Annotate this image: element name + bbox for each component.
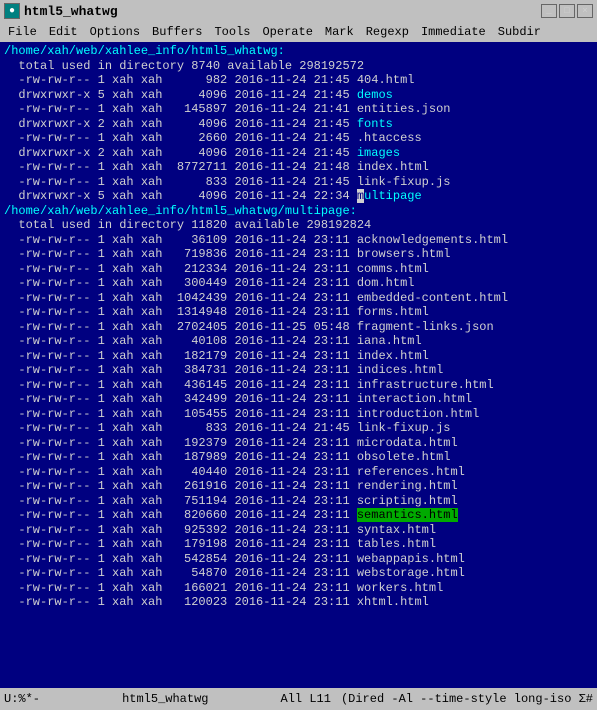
menu-item-edit[interactable]: Edit [43,24,84,40]
editor-line: -rw-rw-r-- 1 xah xah 719836 2016-11-24 2… [4,247,593,262]
window-title: html5_whatwg [24,4,118,19]
menu-item-regexp[interactable]: Regexp [360,24,415,40]
editor-line: -rw-rw-r-- 1 xah xah 300449 2016-11-24 2… [4,276,593,291]
editor-line: -rw-rw-r-- 1 xah xah 2660 2016-11-24 21:… [4,131,593,146]
status-extra: (Dired -Al --time-style long-iso Σ# [341,692,593,706]
menu-item-immediate[interactable]: Immediate [415,24,492,40]
editor-line: drwxrwxr-x 2 xah xah 4096 2016-11-24 21:… [4,146,593,161]
minimize-button[interactable]: _ [541,4,557,18]
editor-line: -rw-rw-r-- 1 xah xah 166021 2016-11-24 2… [4,581,593,596]
editor-line: -rw-rw-r-- 1 xah xah 40108 2016-11-24 23… [4,334,593,349]
status-mode: U:%*- [4,692,50,706]
app-icon: ● [4,3,20,19]
editor-line: -rw-rw-r-- 1 xah xah 925392 2016-11-24 2… [4,523,593,538]
editor-line: -rw-rw-r-- 1 xah xah 833 2016-11-24 21:4… [4,175,593,190]
maximize-button[interactable]: □ [559,4,575,18]
menu-item-tools[interactable]: Tools [208,24,256,40]
editor-line: -rw-rw-r-- 1 xah xah 145897 2016-11-24 2… [4,102,593,117]
editor-line: drwxrwxr-x 5 xah xah 4096 2016-11-24 22:… [4,189,593,204]
editor-line: -rw-rw-r-- 1 xah xah 1314948 2016-11-24 … [4,305,593,320]
status-buffer: html5_whatwg [50,692,281,706]
menu-item-mark[interactable]: Mark [319,24,360,40]
editor-line: -rw-rw-r-- 1 xah xah 120023 2016-11-24 2… [4,595,593,610]
editor-line: drwxrwxr-x 5 xah xah 4096 2016-11-24 21:… [4,88,593,103]
menu-bar: FileEditOptionsBuffersToolsOperateMarkRe… [0,22,597,42]
menu-item-subdir[interactable]: Subdir [492,24,547,40]
menu-item-buffers[interactable]: Buffers [146,24,208,40]
editor-line: -rw-rw-r-- 1 xah xah 384731 2016-11-24 2… [4,363,593,378]
menu-item-options[interactable]: Options [84,24,146,40]
editor-line: drwxrwxr-x 2 xah xah 4096 2016-11-24 21:… [4,117,593,132]
editor-line: -rw-rw-r-- 1 xah xah 54870 2016-11-24 23… [4,566,593,581]
editor-line: -rw-rw-r-- 1 xah xah 261916 2016-11-24 2… [4,479,593,494]
editor-line: total used in directory 8740 available 2… [4,59,593,74]
menu-item-operate[interactable]: Operate [256,24,318,40]
editor-line: /home/xah/web/xahlee_info/html5_whatwg: [4,44,593,59]
editor-line: total used in directory 11820 available … [4,218,593,233]
editor-line: -rw-rw-r-- 1 xah xah 751194 2016-11-24 2… [4,494,593,509]
editor-line: -rw-rw-r-- 1 xah xah 820660 2016-11-24 2… [4,508,593,523]
editor-line: -rw-rw-r-- 1 xah xah 40440 2016-11-24 23… [4,465,593,480]
editor-line: -rw-rw-r-- 1 xah xah 436145 2016-11-24 2… [4,378,593,393]
editor-line: -rw-rw-r-- 1 xah xah 187989 2016-11-24 2… [4,450,593,465]
editor-line: -rw-rw-r-- 1 xah xah 982 2016-11-24 21:4… [4,73,593,88]
close-button[interactable]: × [577,4,593,18]
editor-line: -rw-rw-r-- 1 xah xah 833 2016-11-24 21:4… [4,421,593,436]
editor-line: -rw-rw-r-- 1 xah xah 542854 2016-11-24 2… [4,552,593,567]
editor-line: -rw-rw-r-- 1 xah xah 36109 2016-11-24 23… [4,233,593,248]
menu-item-file[interactable]: File [2,24,43,40]
status-bar: U:%*- html5_whatwg All L11 (Dired -Al --… [0,688,597,710]
editor-line: -rw-rw-r-- 1 xah xah 212334 2016-11-24 2… [4,262,593,277]
status-position: All L11 [281,692,331,706]
editor-line: -rw-rw-r-- 1 xah xah 1042439 2016-11-24 … [4,291,593,306]
editor-line: -rw-rw-r-- 1 xah xah 105455 2016-11-24 2… [4,407,593,422]
editor-line: -rw-rw-r-- 1 xah xah 2702405 2016-11-25 … [4,320,593,335]
title-bar: ● html5_whatwg _ □ × [0,0,597,22]
editor-line: -rw-rw-r-- 1 xah xah 182179 2016-11-24 2… [4,349,593,364]
editor-line: -rw-rw-r-- 1 xah xah 8772711 2016-11-24 … [4,160,593,175]
editor-line: /home/xah/web/xahlee_info/html5_whatwg/m… [4,204,593,219]
editor-line: -rw-rw-r-- 1 xah xah 179198 2016-11-24 2… [4,537,593,552]
editor-line: -rw-rw-r-- 1 xah xah 342499 2016-11-24 2… [4,392,593,407]
editor-area: /home/xah/web/xahlee_info/html5_whatwg: … [0,42,597,688]
editor-line: -rw-rw-r-- 1 xah xah 192379 2016-11-24 2… [4,436,593,451]
